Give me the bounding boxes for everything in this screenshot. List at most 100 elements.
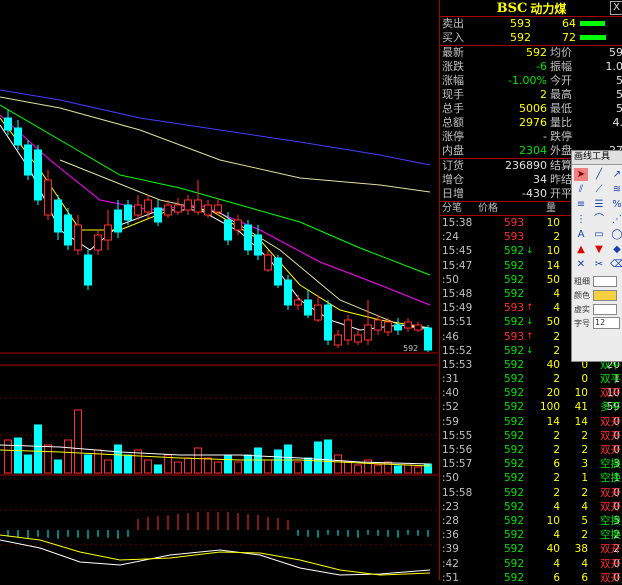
text-icon[interactable]: A [574,228,588,241]
volume-bar [395,466,402,473]
tick-time: 15:49 [442,301,472,315]
tick-volume: 10 [534,216,560,230]
scissors-icon[interactable]: ✂ [592,258,606,271]
close-icon[interactable]: X [610,1,622,15]
volume-bar [35,425,42,473]
fibonacci-icon[interactable]: ≡ [574,198,588,211]
tick-volume: 2 [534,372,560,386]
tick-open: 4 [560,500,588,514]
tick-type: 空换 [600,514,621,528]
tick-volume: 2 [534,429,560,443]
volume-bar [345,462,352,473]
tick-price: 592 [488,500,524,514]
volume-bar [335,455,342,473]
volume-bar [245,455,252,473]
tick-row[interactable]: 15:55592220双开 [440,429,622,443]
erase-icon[interactable]: ⌫ [610,258,622,271]
color-row[interactable]: 颜色 [572,288,622,302]
candle [285,280,292,305]
tick-type: 双平 [600,372,621,386]
arc-icon[interactable]: ⌒ [592,213,606,226]
candle [225,220,232,240]
tick-price: 592 [488,542,524,556]
tick-volume: 10 [534,244,560,258]
tick-time: 15:55 [442,429,472,443]
tick-row[interactable]: :36592422空换 [440,528,622,542]
tick-row[interactable]: 15:58592220双开 [440,486,622,500]
volume-bar [65,440,72,473]
tick-price: 592 [488,571,524,585]
marker-icon[interactable]: ◆ [610,243,622,256]
fan-icon[interactable]: ⋰ [610,213,622,226]
last-price-label: 592 [403,344,418,353]
tick-row[interactable]: :50592211空换 [440,471,622,485]
up-arrow-icon[interactable]: ▲ [574,243,588,256]
tick-type: 空换 [600,471,621,485]
tick-row[interactable]: :42592440双开 [440,557,622,571]
tick-row[interactable]: :3959240382双开 [440,542,622,556]
candle [185,200,192,210]
stat-value-2: 5 [616,102,622,116]
cross-icon[interactable]: ✕ [574,258,588,271]
kline-chart[interactable]: 592 [0,0,438,580]
order-book-row: 买入59272 [440,31,622,45]
candle [425,328,432,350]
tick-time: 15:45 [442,244,472,258]
tick-volume: 4 [534,528,560,542]
tick-time: :46 [442,330,459,344]
tick-volume: 50 [534,315,560,329]
kline-chart-area[interactable]: 592 [0,0,438,580]
color-swatch[interactable] [593,290,617,301]
percent-icon[interactable]: % [610,198,622,211]
stat-label-2: 振幅 [550,60,572,74]
trend-icon[interactable]: ⟋ [592,183,606,196]
rectangle-icon[interactable]: ▭ [592,228,606,241]
tick-row[interactable]: :5959214140双开 [440,415,622,429]
stat-label: 现手 [442,88,464,102]
line-icon[interactable]: ╱ [592,168,606,181]
volume-bar [375,465,382,473]
line-width-value[interactable] [593,276,617,287]
volume-bar [115,445,122,473]
tick-row[interactable]: 15:56592220双开 [440,443,622,457]
stat-label: 增仓 [442,173,464,187]
stat-label-2: 均价 [550,46,572,60]
tick-price: 592 [488,443,524,457]
tick-price: 592 [488,471,524,485]
stat-row: 涨停-跌停 [440,130,622,144]
line-style-value[interactable] [593,304,617,315]
tick-row[interactable]: :23592440双开 [440,500,622,514]
volume-bar [195,448,202,473]
ticks-header-time: 分笔 [442,202,462,215]
tick-type: 双开 [600,542,621,556]
drawing-tools-window[interactable]: 画线工具 ➤ ╱ ↗ ⫽ ⟋ ≋ ≡ ☰ % ⋮ ⌒ ⋰ A ▭ ◯ ▲ ▼ ◆… [571,150,622,362]
candle [385,322,392,332]
font-size-input[interactable]: 12 [593,317,620,329]
tick-row[interactable]: :525921004159多平 [440,400,622,414]
parallel-icon[interactable]: ⫽ [574,183,588,196]
ticks-header-vol: 量 [546,202,556,215]
tick-volume: 4 [534,287,560,301]
gann-icon[interactable]: ☰ [592,198,606,211]
stat-value: -6 [536,60,547,74]
line-width-label: 粗细 [574,276,590,287]
pointer-icon[interactable]: ➤ [574,168,588,181]
down-arrow-icon[interactable]: ▼ [592,243,606,256]
channel-icon[interactable]: ≋ [610,183,622,196]
line-width-row[interactable]: 粗细 [572,274,622,288]
line-style-row[interactable]: 虚实 [572,302,622,316]
tick-volume: 100 [534,400,560,414]
tick-type: 双开 [600,486,621,500]
ray-icon[interactable]: ↗ [610,168,622,181]
tick-row[interactable]: :31592201双平 [440,372,622,386]
tick-row[interactable]: :285921055空换 [440,514,622,528]
volume-bar [75,410,82,473]
tick-row[interactable]: :51592660双开 [440,571,622,585]
tick-open: 41 [560,400,588,414]
tick-time: 15:58 [442,486,472,500]
cycle-icon[interactable]: ⋮ [574,213,588,226]
tick-row[interactable]: :40592201010双开 [440,386,622,400]
font-size-row[interactable]: 字号 12 [572,316,622,330]
ellipse-icon[interactable]: ◯ [610,228,622,241]
tick-row[interactable]: 15:57592633空换 [440,457,622,471]
